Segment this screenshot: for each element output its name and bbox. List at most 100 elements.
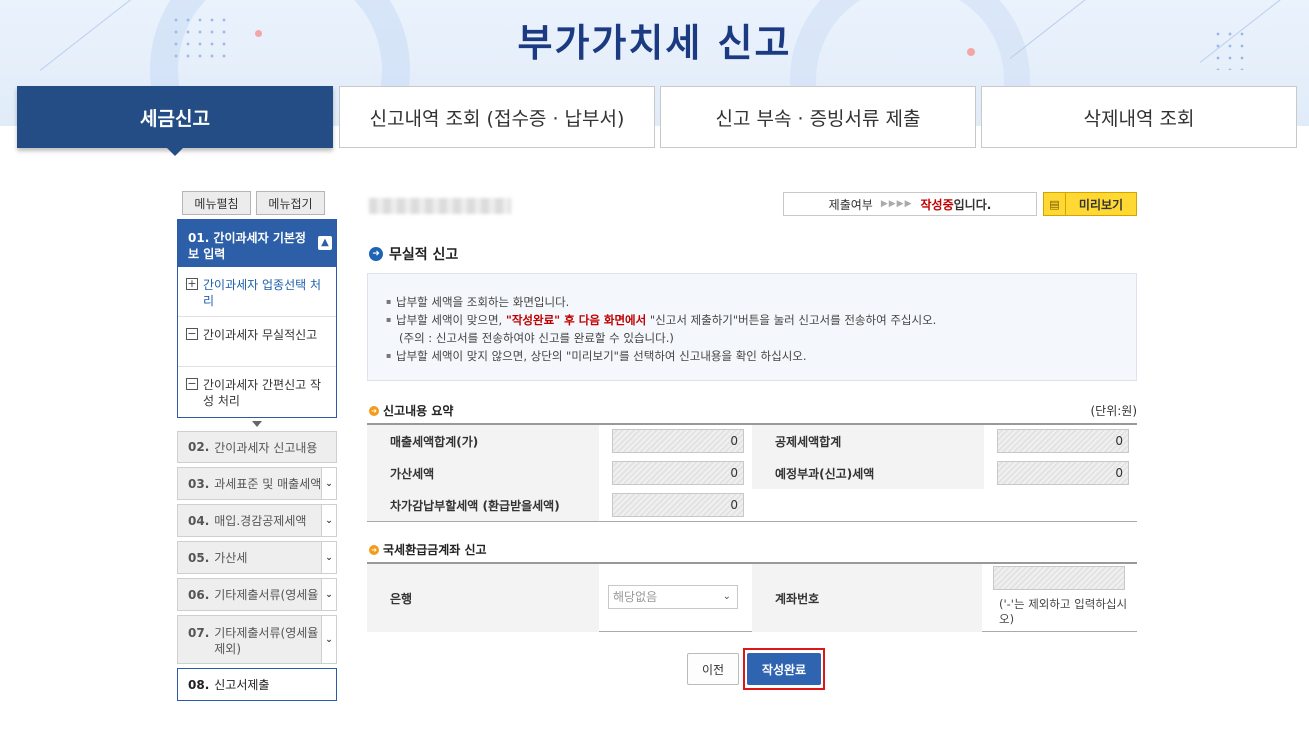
sales-tax-total-field: 0 xyxy=(612,429,744,453)
unit-label: (단위:원) xyxy=(1090,404,1137,418)
info-line: (주의 : 신고서를 전송하여야 신고를 완료할 수 있습니다.) xyxy=(399,331,674,345)
penalty-tax-field: 0 xyxy=(612,461,744,485)
cell-value: 0 xyxy=(984,457,1137,489)
step-label: 과세표준 및 매출세액 xyxy=(214,477,322,491)
bank-select-value: 해당없음 xyxy=(613,590,658,604)
sidebar-step-01-header[interactable]: 01. 간이과세자 기본정보 입력 ▲ xyxy=(178,220,336,267)
refund-title-text: 국세환급금계좌 신고 xyxy=(383,543,487,557)
deduction-total-field: 0 xyxy=(997,429,1129,453)
prev-button[interactable]: 이전 xyxy=(687,653,739,685)
info-text: 납부할 세액이 맞으면, xyxy=(396,313,506,327)
step-number: 03. xyxy=(188,476,210,491)
tab-report-history[interactable]: 신고내역 조회 (접수증 · 납부서) xyxy=(339,86,655,148)
sidebar-step-06[interactable]: 06. 기타제출서류(영세율 ⌄ xyxy=(177,578,337,611)
status-suffix: 입니다. xyxy=(953,197,992,212)
info-highlight: "작성완료" 후 다음 화면에서 xyxy=(505,313,647,327)
step-label: 간이과세자 신고내용 xyxy=(214,440,318,455)
sidebar-step-01: 01. 간이과세자 기본정보 입력 ▲ + 간이과세자 업종선택 처리 − 간이… xyxy=(177,219,337,418)
cell-label: 공제세액합계 xyxy=(752,425,984,457)
info-line: 납부할 세액을 조회하는 화면입니다. xyxy=(386,293,1136,311)
preview-label: 미리보기 xyxy=(1078,197,1124,212)
cell-value: 0 xyxy=(599,457,752,489)
step-label: 신고서제출 xyxy=(214,678,270,692)
sidebar-step-03[interactable]: 03. 과세표준 및 매출세액 ⌄ xyxy=(177,467,337,500)
scheduled-tax-field: 0 xyxy=(997,461,1129,485)
summary-title: ➜ 신고내용 요약 xyxy=(369,402,453,419)
step-label: 기타제출서류(영세율 제외) xyxy=(214,626,319,656)
sidebar-subitem-no-activity[interactable]: − 간이과세자 무실적신고 xyxy=(178,317,336,367)
document-icon: ▤ xyxy=(1044,193,1066,215)
complete-button[interactable]: 작성완료 xyxy=(747,653,821,685)
bank-label: 은행 xyxy=(367,564,599,632)
info-line: 납부할 세액이 맞지 않으면, 상단의 "미리보기"를 선택하여 신고내용을 확… xyxy=(386,347,1136,365)
sidebar-step-04[interactable]: 04. 매입.경감공제세액 ⌄ xyxy=(177,504,337,537)
sidebar-subitem-business-select[interactable]: + 간이과세자 업종선택 처리 xyxy=(178,267,336,317)
sidebar-step-label: 01. 간이과세자 기본정보 입력 xyxy=(188,231,306,261)
bullet-icon: ➜ xyxy=(369,405,379,416)
sidebar-subitem-simple-report[interactable]: − 간이과세자 간편신고 작성 처리 xyxy=(178,367,336,417)
chevron-down-icon[interactable]: ⌄ xyxy=(321,542,336,573)
sidebar-step-05[interactable]: 05. 가산세 ⌄ xyxy=(177,541,337,574)
section-title-text: 무실적 신고 xyxy=(389,247,459,263)
status-prefix: 제출여부 xyxy=(828,197,873,212)
chevron-down-icon[interactable]: ⌄ xyxy=(321,505,336,536)
summary-table: 매출세액합계(가) 0 공제세액합계 0 가산세액 0 예정부과(신고)세액 0… xyxy=(367,423,1137,522)
info-text: "신고서 제출하기"버튼을 눌러 신고서를 전송하여 주십시오. xyxy=(646,313,937,327)
submission-status: 제출여부 ▶▶▶▶ 작성중 입니다. xyxy=(783,192,1037,216)
cell-label: 가산세액 xyxy=(367,457,599,489)
preview-button[interactable]: ▤ 미리보기 xyxy=(1043,192,1137,216)
section-title: ➜ 무실적 신고 xyxy=(369,244,458,264)
step-label: 매입.경감공제세액 xyxy=(214,514,307,528)
blurred-taxpayer-name xyxy=(369,198,511,214)
step-number: 07. xyxy=(188,626,210,640)
info-box: 납부할 세액을 조회하는 화면입니다. 납부할 세액이 맞으면, "작성완료" … xyxy=(367,273,1137,381)
tab-tax-report[interactable]: 세금신고 xyxy=(17,86,333,156)
chevron-down-icon[interactable]: ⌄ xyxy=(321,468,336,499)
cell-label: 차가감납부할세액 (환급받을세액) xyxy=(367,489,599,521)
minus-box-icon: − xyxy=(186,327,198,340)
payable-tax-field: 0 xyxy=(612,493,744,517)
cell-label: 매출세액합계(가) xyxy=(367,425,599,457)
sidebar-step-07[interactable]: 07. 기타제출서류(영세율 제외) ⌄ xyxy=(177,615,337,664)
page-title: 부가가치세 신고 xyxy=(517,21,792,65)
arrow-circle-icon: ➜ xyxy=(369,247,383,261)
step-number: 05. xyxy=(188,550,210,565)
sidebar-step-08[interactable]: 08. 신고서제출 xyxy=(177,668,337,701)
collapse-menu-button[interactable]: 메뉴접기 xyxy=(256,191,325,215)
cell-value: 0 xyxy=(984,425,1137,457)
chevron-down-icon[interactable]: ⌄ xyxy=(321,616,336,663)
chevron-up-icon[interactable]: ▲ xyxy=(318,236,332,250)
bullet-icon: ➜ xyxy=(369,544,379,555)
table-row: 차가감납부할세액 (환급받을세액) 0 xyxy=(367,489,1137,521)
account-number-input[interactable] xyxy=(993,566,1125,590)
status-arrows: ▶▶▶▶ xyxy=(880,199,913,209)
refund-title: ➜ 국세환급금계좌 신고 xyxy=(369,541,487,558)
step-number: 04. xyxy=(188,513,210,528)
info-line: 납부할 세액이 맞으면, "작성완료" 후 다음 화면에서 "신고서 제출하기"… xyxy=(386,311,1136,329)
step-label: 가산세 xyxy=(214,551,248,565)
chevron-down-icon xyxy=(252,421,262,427)
done-button-highlight: 작성완료 xyxy=(743,648,825,690)
status-state: 작성중 xyxy=(920,197,954,212)
cell-label: 예정부과(신고)세액 xyxy=(752,457,984,489)
tab-deleted-history[interactable]: 삭제내역 조회 xyxy=(981,86,1297,148)
table-row: 매출세액합계(가) 0 공제세액합계 0 xyxy=(367,425,1137,457)
step-number: 02. xyxy=(188,440,210,454)
chevron-down-icon: ⌄ xyxy=(722,591,731,602)
summary-title-text: 신고내용 요약 xyxy=(383,404,454,418)
top-tab-bar: 세금신고 신고내역 조회 (접수증 · 납부서) 신고 부속 · 증빙서류 제출… xyxy=(17,86,1297,156)
tab-attachment-submit[interactable]: 신고 부속 · 증빙서류 제출 xyxy=(660,86,976,148)
chevron-down-icon[interactable]: ⌄ xyxy=(321,579,336,610)
expand-menu-button[interactable]: 메뉴펼침 xyxy=(182,191,251,215)
step-label: 기타제출서류(영세율 xyxy=(214,588,319,602)
step-number: 08. xyxy=(188,677,210,692)
account-note: ('-'는 제외하고 입력하십시오) xyxy=(999,597,1128,626)
cell-value: 0 xyxy=(599,489,752,521)
sidebar-step-02[interactable]: 02. 간이과세자 신고내용 xyxy=(177,431,337,463)
cell-value: 0 xyxy=(599,425,752,457)
sidebar-subitem-label: 간이과세자 무실적신고 xyxy=(203,328,318,342)
plus-box-icon: + xyxy=(186,277,198,290)
sidebar-subitem-label: 간이과세자 간편신고 작성 처리 xyxy=(203,378,322,408)
table-row: 가산세액 0 예정부과(신고)세액 0 xyxy=(367,457,1137,489)
bank-select[interactable]: 해당없음 ⌄ xyxy=(608,585,738,609)
